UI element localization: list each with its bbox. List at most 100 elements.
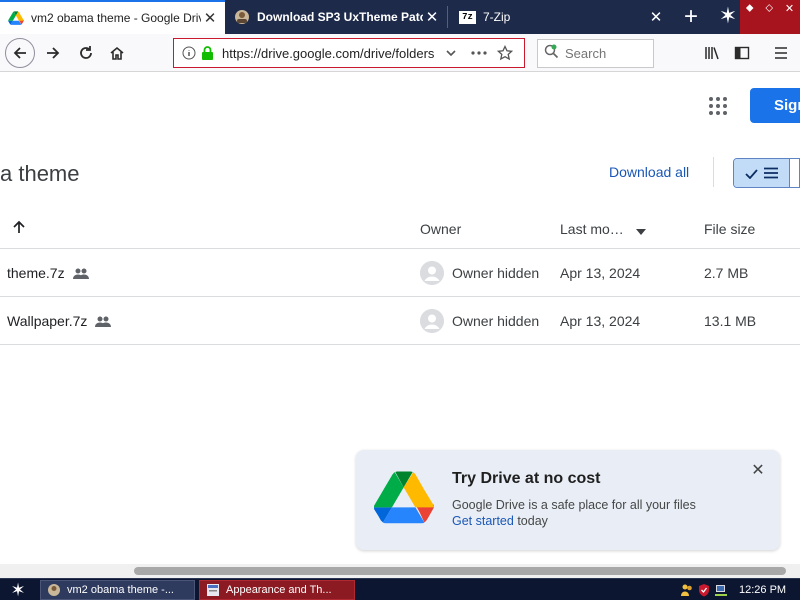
taskbar-item-label: vm2 obama theme -... [67, 584, 174, 596]
control-panel-icon [206, 583, 220, 597]
column-header-label: Last mo… [560, 221, 624, 237]
pin-icon[interactable]: ⬥ [746, 2, 754, 15]
chevron-down-icon[interactable] [442, 44, 460, 62]
home-button[interactable] [102, 38, 132, 68]
system-tray: 12:26 PM [680, 579, 800, 600]
bookmark-star-icon[interactable] [496, 44, 514, 62]
browser-window-icon [47, 583, 61, 597]
tab-separator [447, 6, 448, 28]
file-name-cell[interactable]: theme.7z [7, 249, 89, 297]
people-tray-icon[interactable] [680, 583, 694, 597]
7zip-favicon-icon: 7z [459, 10, 476, 24]
modified-date: Apr 13, 2024 [560, 265, 641, 281]
clock[interactable]: 12:26 PM [739, 584, 786, 596]
sidebar-icon [734, 46, 750, 60]
google-drive-icon [8, 10, 24, 26]
reload-button[interactable] [71, 38, 101, 68]
navigation-toolbar: https://drive.google.com/drive/folders [0, 34, 800, 72]
start-button[interactable]: ✶ [3, 580, 33, 600]
promo-cta-line: Get started today [452, 514, 548, 528]
close-icon[interactable]: ✕ [423, 8, 441, 26]
url-bar[interactable]: https://drive.google.com/drive/folders [173, 38, 525, 68]
new-tab-button[interactable]: + [677, 0, 705, 34]
file-size: 13.1 MB [704, 313, 757, 329]
sign-in-button[interactable]: Sign [750, 88, 800, 123]
forward-button[interactable] [38, 38, 68, 68]
sidebar-button[interactable] [727, 38, 757, 68]
column-header-owner[interactable]: Owner [420, 221, 461, 237]
shared-people-icon [72, 268, 89, 279]
taskbar: ✶ vm2 obama theme -... Appearance and Th… [0, 578, 800, 600]
avatar [420, 261, 444, 285]
home-icon [110, 46, 124, 60]
star-icon[interactable]: ✶ [717, 1, 739, 31]
scrollbar-thumb[interactable] [134, 567, 786, 575]
lock-icon[interactable] [198, 44, 216, 62]
view-toggle[interactable] [733, 158, 800, 188]
horizontal-scrollbar[interactable] [0, 564, 800, 578]
library-icon [705, 47, 719, 60]
promo-title: Try Drive at no cost [452, 470, 601, 487]
table-row[interactable]: theme.7z Owner hidden Apr 13, 2024 2.7 M… [0, 249, 800, 297]
restore-icon[interactable]: ⬦ [765, 2, 773, 15]
tab-7zip[interactable]: 7z 7-Zip ✕ [451, 0, 673, 34]
google-apps-icon[interactable] [709, 97, 727, 115]
list-icon [764, 167, 778, 179]
owner-name: Owner hidden [452, 265, 540, 281]
file-size: 2.7 MB [704, 265, 749, 281]
search-icon [544, 44, 559, 64]
menu-button[interactable] [766, 38, 796, 68]
close-window-icon[interactable]: ✕ [785, 2, 794, 15]
network-icon[interactable] [714, 583, 728, 597]
arrow-right-icon [47, 47, 60, 59]
sort-dropdown-icon [635, 222, 646, 238]
tab-title: vm2 obama theme - Google Drive [31, 11, 201, 25]
get-started-link[interactable]: Get started [452, 514, 514, 528]
promo-cta-suffix: today [513, 514, 548, 528]
divider [0, 344, 800, 345]
shared-people-icon [95, 316, 112, 327]
owner-name: Owner hidden [452, 313, 540, 329]
url-text[interactable]: https://drive.google.com/drive/folders [222, 46, 438, 61]
file-name-cell[interactable]: Wallpaper.7z [7, 297, 112, 345]
google-drive-logo-icon [374, 470, 435, 524]
table-row[interactable]: Wallpaper.7z Owner hidden Apr 13, 2024 1… [0, 297, 800, 345]
hamburger-menu-icon [775, 47, 787, 59]
tab-title: Download SP3 UxTheme Patcher [257, 10, 423, 24]
info-icon[interactable] [180, 44, 198, 62]
tab-uxtheme-patcher[interactable]: Download SP3 UxTheme Patcher ✕ [226, 0, 447, 34]
reload-icon [80, 46, 92, 59]
more-icon[interactable] [470, 44, 488, 62]
site-favicon-icon [234, 9, 250, 25]
sort-ascending-arrow-icon[interactable] [12, 220, 26, 239]
folder-title: a theme [0, 161, 80, 186]
taskbar-item-appearance[interactable]: Appearance and Th... [199, 580, 355, 600]
divider [713, 157, 714, 187]
list-view-button[interactable] [734, 159, 790, 187]
shield-icon[interactable] [697, 583, 711, 597]
arrow-left-icon [13, 47, 26, 59]
tab-strip: vm2 obama theme - Google Drive ✕ Downloa… [0, 0, 800, 34]
owner-cell: Owner hidden [420, 249, 539, 297]
file-name[interactable]: theme.7z [7, 265, 65, 281]
taskbar-item-browser[interactable]: vm2 obama theme -... [40, 580, 195, 600]
tab-google-drive[interactable]: vm2 obama theme - Google Drive ✕ [0, 0, 225, 34]
modified-date: Apr 13, 2024 [560, 313, 641, 329]
download-all-button[interactable]: Download all [609, 164, 689, 180]
close-icon[interactable]: ✕ [647, 8, 665, 26]
promo-description: Google Drive is a safe place for all you… [452, 498, 696, 512]
tab-title: 7-Zip [483, 10, 511, 24]
file-name[interactable]: Wallpaper.7z [7, 313, 87, 329]
try-drive-promo-card: Try Drive at no cost Google Drive is a s… [356, 450, 780, 550]
avatar [420, 309, 444, 333]
grid-view-button[interactable] [790, 159, 799, 187]
close-icon[interactable]: ✕ [201, 9, 219, 27]
check-icon [745, 168, 758, 179]
search-input[interactable] [565, 46, 645, 61]
back-button[interactable] [5, 38, 35, 68]
column-header-file-size[interactable]: File size [704, 221, 755, 237]
library-button[interactable] [697, 38, 727, 68]
close-icon[interactable]: ✕ [750, 462, 766, 479]
column-header-last-modified[interactable]: Last mo… [560, 221, 646, 238]
search-box[interactable] [537, 39, 654, 68]
